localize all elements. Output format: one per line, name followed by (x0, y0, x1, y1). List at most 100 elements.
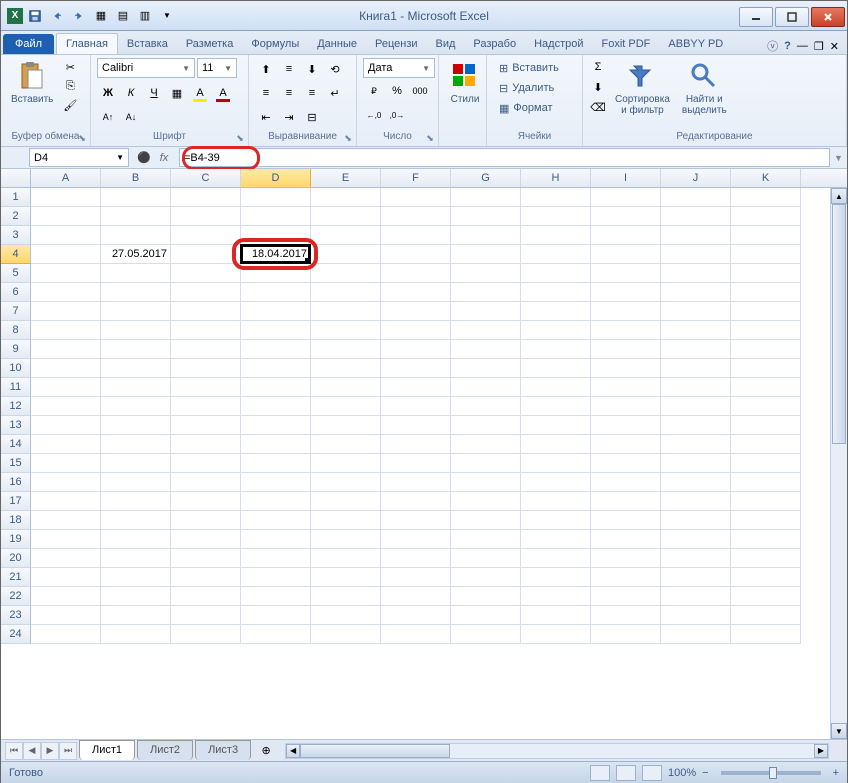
align-bottom[interactable]: ⬇ (301, 58, 323, 80)
cell-K20[interactable] (731, 549, 801, 568)
view-pagebreak-button[interactable] (642, 765, 662, 781)
align-top[interactable]: ⬆ (255, 58, 277, 80)
zoom-slider[interactable] (721, 771, 821, 775)
cell-I3[interactable] (591, 226, 661, 245)
hscroll-thumb[interactable] (300, 744, 450, 758)
cell-J3[interactable] (661, 226, 731, 245)
number-format-combo[interactable]: Дата▼ (363, 58, 435, 78)
cell-K2[interactable] (731, 207, 801, 226)
cell-K15[interactable] (731, 454, 801, 473)
insert-cells-button[interactable]: ⊞Вставить (493, 58, 565, 78)
vertical-scrollbar[interactable]: ▲ ▼ (830, 188, 847, 739)
cell-F18[interactable] (381, 511, 451, 530)
cell-F21[interactable] (381, 568, 451, 587)
row-header-18[interactable]: 18 (1, 511, 31, 530)
cell-K3[interactable] (731, 226, 801, 245)
cell-B11[interactable] (101, 378, 171, 397)
cell-G6[interactable] (451, 283, 521, 302)
cell-H19[interactable] (521, 530, 591, 549)
cell-I17[interactable] (591, 492, 661, 511)
cell-C17[interactable] (171, 492, 241, 511)
cell-D6[interactable] (241, 283, 311, 302)
cell-J11[interactable] (661, 378, 731, 397)
wrap-text-button[interactable]: ↵ (324, 82, 346, 104)
tab-foxit[interactable]: Foxit PDF (593, 34, 660, 54)
cell-D14[interactable] (241, 435, 311, 454)
sheet-tab-3[interactable]: Лист3 (195, 740, 251, 760)
cell-J20[interactable] (661, 549, 731, 568)
cell-K10[interactable] (731, 359, 801, 378)
row-header-11[interactable]: 11 (1, 378, 31, 397)
cell-H15[interactable] (521, 454, 591, 473)
cell-G8[interactable] (451, 321, 521, 340)
border-button[interactable]: ▦ (166, 82, 188, 104)
cell-E22[interactable] (311, 587, 381, 606)
cell-C12[interactable] (171, 397, 241, 416)
paste-button[interactable]: Вставить (7, 58, 57, 107)
scroll-down-button[interactable]: ▼ (831, 723, 847, 739)
select-all-corner[interactable] (1, 169, 31, 187)
col-header-J[interactable]: J (661, 169, 731, 187)
horizontal-scrollbar[interactable]: ◀ ▶ (285, 743, 829, 759)
cell-J6[interactable] (661, 283, 731, 302)
cell-K11[interactable] (731, 378, 801, 397)
cell-J17[interactable] (661, 492, 731, 511)
cell-J4[interactable] (661, 245, 731, 264)
cell-H11[interactable] (521, 378, 591, 397)
scroll-left-button[interactable]: ◀ (286, 744, 300, 758)
cell-D13[interactable] (241, 416, 311, 435)
cell-I5[interactable] (591, 264, 661, 283)
cell-B4[interactable]: 27.05.2017 (101, 245, 171, 264)
tab-abbyy[interactable]: ABBYY PD (659, 34, 732, 54)
cell-H2[interactable] (521, 207, 591, 226)
cell-I12[interactable] (591, 397, 661, 416)
cell-K16[interactable] (731, 473, 801, 492)
cell-I15[interactable] (591, 454, 661, 473)
styles-button[interactable]: Стили (445, 58, 485, 107)
cell-A24[interactable] (31, 625, 101, 644)
new-sheet-button[interactable]: ⊕ (255, 742, 277, 760)
qat-redo[interactable] (69, 6, 89, 26)
cell-F14[interactable] (381, 435, 451, 454)
cell-K1[interactable] (731, 188, 801, 207)
cell-A11[interactable] (31, 378, 101, 397)
qat-more-1[interactable]: ▦ (91, 6, 111, 26)
cell-B18[interactable] (101, 511, 171, 530)
cell-B7[interactable] (101, 302, 171, 321)
cell-A12[interactable] (31, 397, 101, 416)
qat-more-2[interactable]: ▤ (113, 6, 133, 26)
qat-undo[interactable] (47, 6, 67, 26)
cell-H24[interactable] (521, 625, 591, 644)
cell-D10[interactable] (241, 359, 311, 378)
cell-F23[interactable] (381, 606, 451, 625)
cell-F3[interactable] (381, 226, 451, 245)
indent-increase[interactable]: ⇥ (278, 106, 300, 128)
row-header-1[interactable]: 1 (1, 188, 31, 207)
ribbon-minimize-icon[interactable]: ⓥ (767, 38, 778, 54)
cell-D23[interactable] (241, 606, 311, 625)
italic-button[interactable]: К (120, 82, 142, 104)
cell-C18[interactable] (171, 511, 241, 530)
view-normal-button[interactable] (590, 765, 610, 781)
cell-A1[interactable] (31, 188, 101, 207)
cell-F12[interactable] (381, 397, 451, 416)
cell-G15[interactable] (451, 454, 521, 473)
format-cells-button[interactable]: ▦Формат (493, 98, 558, 118)
cell-H22[interactable] (521, 587, 591, 606)
cell-D8[interactable] (241, 321, 311, 340)
cell-J18[interactable] (661, 511, 731, 530)
cell-A7[interactable] (31, 302, 101, 321)
cell-E17[interactable] (311, 492, 381, 511)
cell-I18[interactable] (591, 511, 661, 530)
cancel-formula-icon[interactable]: ⚫ (135, 149, 153, 167)
cell-K21[interactable] (731, 568, 801, 587)
font-size-combo[interactable]: 11▼ (197, 58, 237, 78)
cell-D3[interactable] (241, 226, 311, 245)
cell-A9[interactable] (31, 340, 101, 359)
cell-C19[interactable] (171, 530, 241, 549)
cell-H21[interactable] (521, 568, 591, 587)
cell-B8[interactable] (101, 321, 171, 340)
cell-G17[interactable] (451, 492, 521, 511)
cell-J23[interactable] (661, 606, 731, 625)
cell-H23[interactable] (521, 606, 591, 625)
